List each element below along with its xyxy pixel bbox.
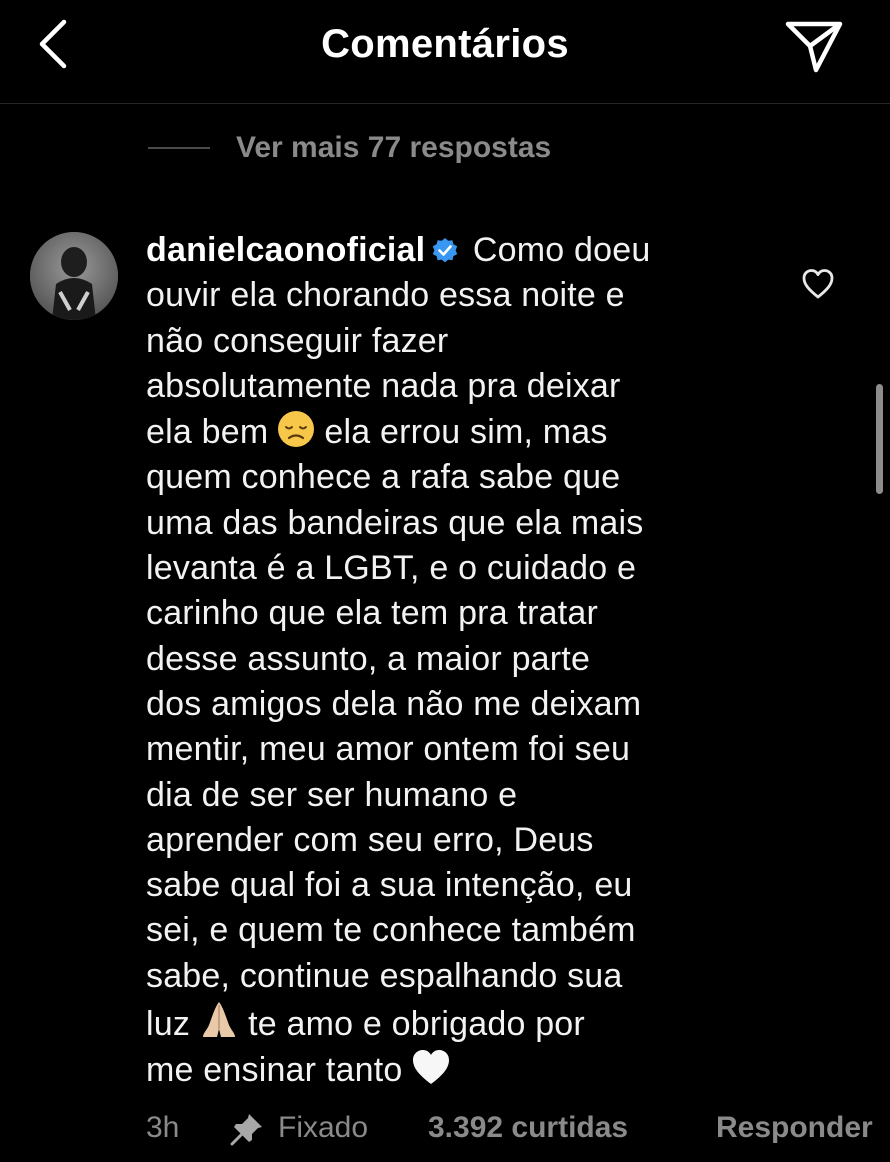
avatar[interactable] xyxy=(30,232,118,320)
like-comment-button[interactable] xyxy=(800,266,836,302)
comment-line: luz te amo e obrigado por xyxy=(146,999,746,1047)
likes-count-link[interactable]: 3.392 curtidas xyxy=(428,1106,628,1150)
paper-plane-icon xyxy=(785,21,843,73)
comment-body: danielcaonoficial Como doeu ouvir ela ch… xyxy=(146,228,746,1094)
view-more-replies-label: Ver mais 77 respostas xyxy=(236,131,552,164)
comment-line: danielcaonoficial Como doeu xyxy=(146,228,746,273)
comment-line: carinho que ela tem pra tratar xyxy=(146,594,599,633)
comment-text: ela bem xyxy=(146,413,269,452)
comment-line: sabe, continue espalhando sua xyxy=(146,956,623,995)
comment-text: Como doeu xyxy=(472,231,651,269)
white-heart-emoji xyxy=(413,1050,450,1085)
comment-text: ela errou sim, mas xyxy=(324,413,608,452)
page-title: Comentários xyxy=(321,22,569,66)
scrollbar-thumb[interactable] xyxy=(876,384,883,494)
comment-text: me ensinar tanto xyxy=(146,1051,403,1090)
heart-outline-icon xyxy=(802,269,834,299)
comment-line: absolutamente nada pra deixar xyxy=(146,366,621,405)
comment-line: sabe qual foi a sua intenção, eu xyxy=(146,866,633,905)
comment-username[interactable]: danielcaonoficial xyxy=(146,231,425,269)
pinned-label: Fixado xyxy=(278,1111,369,1144)
comment-line: dos amigos dela não me deixam xyxy=(146,684,642,723)
pushpin-icon xyxy=(230,1112,264,1159)
comment-line: sei, e quem te conhece também xyxy=(146,911,636,950)
reply-divider-line xyxy=(148,147,210,149)
comment-line: aprender com seu erro, Deus xyxy=(146,820,594,859)
comment-line: desse assunto, a maior parte xyxy=(146,639,591,678)
comment-line: ouvir ela chorando essa noite e xyxy=(146,276,625,315)
comment-line: mentir, meu amor ontem foi seu xyxy=(146,730,631,769)
comment-line: uma das bandeiras que ela mais xyxy=(146,503,644,542)
view-more-replies-link[interactable]: Ver mais 77 respostas xyxy=(148,128,551,168)
comment-text: te amo e obrigado por xyxy=(248,1005,585,1044)
comment-line: quem conhece a rafa sabe que xyxy=(146,458,621,497)
share-button[interactable] xyxy=(784,16,844,76)
comment-line: levanta é a LGBT, e o cuidado e xyxy=(146,549,637,588)
comment-line: me ensinar tanto xyxy=(146,1047,746,1093)
comment-timestamp: 3h xyxy=(146,1111,180,1144)
folded-hands-emoji xyxy=(203,1002,236,1038)
comment-line: dia de ser ser humano e xyxy=(146,775,518,814)
comment-text: luz xyxy=(146,1005,191,1044)
reply-button[interactable]: Responder xyxy=(716,1106,873,1150)
verified-badge-icon xyxy=(433,238,458,263)
comment-line: ela bem ela errou sim, mas xyxy=(146,409,746,455)
avatar-photo xyxy=(30,232,118,320)
comment-line: não conseguir fazer xyxy=(146,321,449,360)
header-bar: Comentários xyxy=(0,0,890,104)
disappointed-face-emoji xyxy=(278,411,315,448)
